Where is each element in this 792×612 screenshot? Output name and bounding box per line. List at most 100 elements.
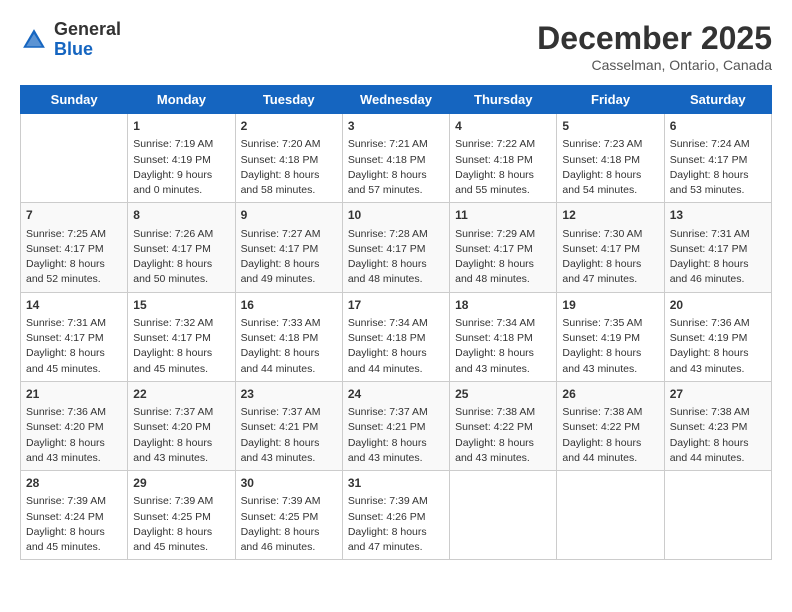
cell-info: Sunrise: 7:37 AMSunset: 4:21 PMDaylight:… <box>348 405 444 466</box>
day-number: 23 <box>241 386 337 403</box>
calendar-cell: 31 Sunrise: 7:39 AMSunset: 4:26 PMDayligh… <box>342 471 449 560</box>
calendar-cell: 17 Sunrise: 7:34 AMSunset: 4:18 PMDayligh… <box>342 292 449 381</box>
cell-info: Sunrise: 7:31 AMSunset: 4:17 PMDaylight:… <box>670 227 766 288</box>
logo-text: General Blue <box>54 20 121 60</box>
cell-info: Sunrise: 7:36 AMSunset: 4:19 PMDaylight:… <box>670 316 766 377</box>
day-number: 22 <box>133 386 229 403</box>
day-number: 3 <box>348 118 444 135</box>
cell-info: Sunrise: 7:32 AMSunset: 4:17 PMDaylight:… <box>133 316 229 377</box>
calendar-cell: 13 Sunrise: 7:31 AMSunset: 4:17 PMDayligh… <box>664 203 771 292</box>
calendar-header-row: SundayMondayTuesdayWednesdayThursdayFrid… <box>21 86 772 114</box>
day-number: 25 <box>455 386 551 403</box>
day-number: 20 <box>670 297 766 314</box>
day-number: 11 <box>455 207 551 224</box>
cell-info: Sunrise: 7:31 AMSunset: 4:17 PMDaylight:… <box>26 316 122 377</box>
day-number: 10 <box>348 207 444 224</box>
day-number: 6 <box>670 118 766 135</box>
calendar-cell: 11Sunrise: 7:29 AMSunset: 4:17 PMDayligh… <box>450 203 557 292</box>
cell-info: Sunrise: 7:23 AMSunset: 4:18 PMDaylight:… <box>562 137 658 198</box>
cell-info: Sunrise: 7:36 AMSunset: 4:20 PMDaylight:… <box>26 405 122 466</box>
calendar-cell: 16 Sunrise: 7:33 AMSunset: 4:18 PMDayligh… <box>235 292 342 381</box>
calendar-cell: 23 Sunrise: 7:37 AMSunset: 4:21 PMDayligh… <box>235 381 342 470</box>
day-number: 4 <box>455 118 551 135</box>
cell-info: Sunrise: 7:34 AMSunset: 4:18 PMDaylight:… <box>348 316 444 377</box>
calendar-cell: 9 Sunrise: 7:27 AMSunset: 4:17 PMDaylight… <box>235 203 342 292</box>
day-header-wednesday: Wednesday <box>342 86 449 114</box>
calendar-cell: 20 Sunrise: 7:36 AMSunset: 4:19 PMDayligh… <box>664 292 771 381</box>
cell-info: Sunrise: 7:19 AMSunset: 4:19 PMDaylight:… <box>133 137 229 198</box>
month-title: December 2025 <box>537 20 772 57</box>
day-header-monday: Monday <box>128 86 235 114</box>
calendar-cell: 14 Sunrise: 7:31 AMSunset: 4:17 PMDayligh… <box>21 292 128 381</box>
cell-info: Sunrise: 7:37 AMSunset: 4:20 PMDaylight:… <box>133 405 229 466</box>
week-row-2: 7 Sunrise: 7:25 AMSunset: 4:17 PMDaylight… <box>21 203 772 292</box>
calendar-cell: 28Sunrise: 7:39 AMSunset: 4:24 PMDayligh… <box>21 471 128 560</box>
cell-info: Sunrise: 7:39 AMSunset: 4:25 PMDaylight:… <box>241 494 337 555</box>
cell-info: Sunrise: 7:28 AMSunset: 4:17 PMDaylight:… <box>348 227 444 288</box>
title-block: December 2025 Casselman, Ontario, Canada <box>537 20 772 73</box>
calendar-cell: 19 Sunrise: 7:35 AMSunset: 4:19 PMDayligh… <box>557 292 664 381</box>
cell-info: Sunrise: 7:21 AMSunset: 4:18 PMDaylight:… <box>348 137 444 198</box>
logo-blue: Blue <box>54 39 93 59</box>
day-number: 16 <box>241 297 337 314</box>
calendar-cell: 22 Sunrise: 7:37 AMSunset: 4:20 PMDayligh… <box>128 381 235 470</box>
calendar-cell <box>557 471 664 560</box>
calendar-cell: 18Sunrise: 7:34 AMSunset: 4:18 PMDayligh… <box>450 292 557 381</box>
day-number: 12 <box>562 207 658 224</box>
calendar-cell: 3 Sunrise: 7:21 AMSunset: 4:18 PMDaylight… <box>342 114 449 203</box>
location-subtitle: Casselman, Ontario, Canada <box>537 57 772 73</box>
logo-general: General <box>54 19 121 39</box>
day-number: 29 <box>133 475 229 492</box>
calendar-cell: 10 Sunrise: 7:28 AMSunset: 4:17 PMDayligh… <box>342 203 449 292</box>
cell-info: Sunrise: 7:34 AMSunset: 4:18 PMDaylight:… <box>455 316 551 377</box>
logo-icon <box>20 26 48 54</box>
cell-info: Sunrise: 7:27 AMSunset: 4:17 PMDaylight:… <box>241 227 337 288</box>
day-number: 2 <box>241 118 337 135</box>
day-number: 1 <box>133 118 229 135</box>
calendar-cell: 2Sunrise: 7:20 AMSunset: 4:18 PMDaylight… <box>235 114 342 203</box>
day-header-saturday: Saturday <box>664 86 771 114</box>
calendar-cell: 24 Sunrise: 7:37 AMSunset: 4:21 PMDayligh… <box>342 381 449 470</box>
day-number: 14 <box>26 297 122 314</box>
day-number: 8 <box>133 207 229 224</box>
calendar-cell <box>450 471 557 560</box>
day-number: 5 <box>562 118 658 135</box>
day-number: 17 <box>348 297 444 314</box>
calendar-table: SundayMondayTuesdayWednesdayThursdayFrid… <box>20 85 772 560</box>
logo: General Blue <box>20 20 121 60</box>
cell-info: Sunrise: 7:35 AMSunset: 4:19 PMDaylight:… <box>562 316 658 377</box>
week-row-5: 28Sunrise: 7:39 AMSunset: 4:24 PMDayligh… <box>21 471 772 560</box>
calendar-cell: 29Sunrise: 7:39 AMSunset: 4:25 PMDayligh… <box>128 471 235 560</box>
day-number: 13 <box>670 207 766 224</box>
day-header-sunday: Sunday <box>21 86 128 114</box>
calendar-cell: 7 Sunrise: 7:25 AMSunset: 4:17 PMDaylight… <box>21 203 128 292</box>
week-row-3: 14 Sunrise: 7:31 AMSunset: 4:17 PMDayligh… <box>21 292 772 381</box>
page-header: General Blue December 2025 Casselman, On… <box>20 20 772 73</box>
calendar-cell: 6 Sunrise: 7:24 AMSunset: 4:17 PMDaylight… <box>664 114 771 203</box>
calendar-cell: 4 Sunrise: 7:22 AMSunset: 4:18 PMDaylight… <box>450 114 557 203</box>
day-number: 24 <box>348 386 444 403</box>
day-number: 21 <box>26 386 122 403</box>
calendar-cell: 8 Sunrise: 7:26 AMSunset: 4:17 PMDaylight… <box>128 203 235 292</box>
cell-info: Sunrise: 7:33 AMSunset: 4:18 PMDaylight:… <box>241 316 337 377</box>
day-header-tuesday: Tuesday <box>235 86 342 114</box>
cell-info: Sunrise: 7:38 AMSunset: 4:23 PMDaylight:… <box>670 405 766 466</box>
cell-info: Sunrise: 7:22 AMSunset: 4:18 PMDaylight:… <box>455 137 551 198</box>
calendar-cell: 30Sunrise: 7:39 AMSunset: 4:25 PMDayligh… <box>235 471 342 560</box>
cell-info: Sunrise: 7:30 AMSunset: 4:17 PMDaylight:… <box>562 227 658 288</box>
day-number: 19 <box>562 297 658 314</box>
cell-info: Sunrise: 7:25 AMSunset: 4:17 PMDaylight:… <box>26 227 122 288</box>
cell-info: Sunrise: 7:39 AMSunset: 4:26 PMDaylight:… <box>348 494 444 555</box>
day-header-thursday: Thursday <box>450 86 557 114</box>
calendar-cell: 12 Sunrise: 7:30 AMSunset: 4:17 PMDayligh… <box>557 203 664 292</box>
day-number: 9 <box>241 207 337 224</box>
calendar-cell: 26Sunrise: 7:38 AMSunset: 4:22 PMDayligh… <box>557 381 664 470</box>
day-number: 26 <box>562 386 658 403</box>
cell-info: Sunrise: 7:24 AMSunset: 4:17 PMDaylight:… <box>670 137 766 198</box>
cell-info: Sunrise: 7:26 AMSunset: 4:17 PMDaylight:… <box>133 227 229 288</box>
day-number: 7 <box>26 207 122 224</box>
cell-info: Sunrise: 7:37 AMSunset: 4:21 PMDaylight:… <box>241 405 337 466</box>
day-number: 31 <box>348 475 444 492</box>
day-number: 27 <box>670 386 766 403</box>
calendar-cell: 1 Sunrise: 7:19 AMSunset: 4:19 PMDaylight… <box>128 114 235 203</box>
